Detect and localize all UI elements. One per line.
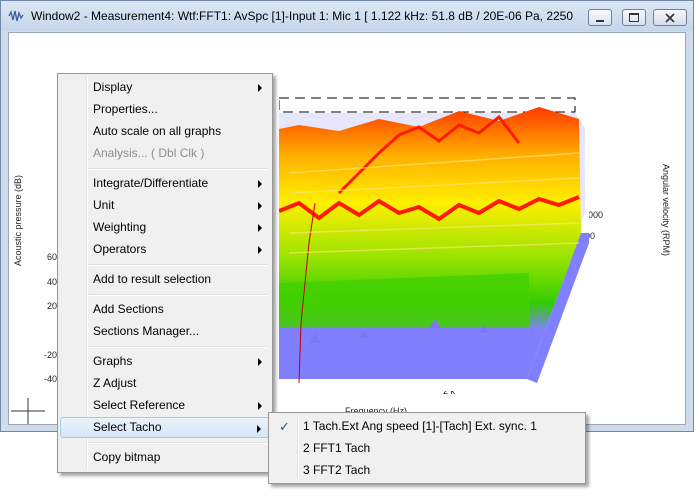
menu-item-add-sections[interactable]: Add Sections (60, 299, 270, 320)
menu-item-unit[interactable]: Unit (60, 195, 270, 216)
context-menu: Display Properties... Auto scale on all … (57, 73, 273, 473)
submenu-arrow-icon (258, 224, 262, 232)
waveform-app-icon (8, 10, 24, 22)
menu-item-copy-bitmap[interactable]: Copy bitmap (60, 447, 270, 468)
tacho-submenu: ✓ 1 Tach.Ext Ang speed [1]-[Tach] Ext. s… (268, 412, 586, 484)
close-icon (665, 12, 675, 23)
window-title: Window2 - Measurement4: Wtf:FFT1: AvSpc … (31, 9, 573, 23)
menu-separator (89, 294, 268, 296)
maximize-button[interactable] (622, 9, 646, 26)
y-tick: 20 (47, 301, 58, 311)
menu-item-auto-scale[interactable]: Auto scale on all graphs (60, 121, 270, 142)
minimize-button[interactable] (588, 9, 612, 26)
close-button[interactable] (653, 9, 687, 26)
submenu-arrow-icon (258, 202, 262, 210)
tacho-item-2[interactable]: 2 FFT1 Tach (271, 438, 583, 459)
submenu-arrow-icon (258, 84, 262, 92)
menu-item-select-reference[interactable]: Select Reference (60, 395, 270, 416)
submenu-arrow-icon (258, 246, 262, 254)
submenu-arrow-icon (258, 358, 262, 366)
menu-separator (89, 442, 268, 444)
menu-item-integrate[interactable]: Integrate/Differentiate (60, 173, 270, 194)
menu-item-weighting[interactable]: Weighting (60, 217, 270, 238)
menu-item-properties[interactable]: Properties... (60, 99, 270, 120)
menu-item-add-to-result[interactable]: Add to result selection (60, 269, 270, 290)
y-axis-label: Acoustic pressure (dB) (13, 174, 23, 266)
crosshair-icon (11, 398, 45, 424)
submenu-arrow-icon (257, 425, 261, 433)
y-tick: -40 (44, 374, 58, 384)
submenu-arrow-icon (258, 402, 262, 410)
menu-item-display[interactable]: Display (60, 77, 270, 98)
tacho-item-1[interactable]: ✓ 1 Tach.Ext Ang speed [1]-[Tach] Ext. s… (271, 416, 583, 437)
menu-item-graphs[interactable]: Graphs (60, 351, 270, 372)
minimize-icon (596, 19, 604, 22)
menu-item-operators[interactable]: Operators (60, 239, 270, 260)
y-tick: -20 (44, 350, 58, 360)
y-tick: 40 (47, 277, 58, 287)
menu-item-z-adjust[interactable]: Z Adjust (60, 373, 270, 394)
waterfall-plot[interactable] (279, 83, 589, 391)
menu-item-analysis: Analysis... ( Dbl Clk ) (93, 146, 205, 160)
maximize-icon (629, 13, 639, 22)
menu-separator (89, 264, 268, 266)
menu-item-select-tacho[interactable]: Select Tacho (60, 417, 270, 438)
right-axis-label: Angular velocity (RPM) (661, 164, 671, 257)
title-bar[interactable]: Window2 - Measurement4: Wtf:FFT1: AvSpc … (1, 1, 693, 31)
tacho-item-3[interactable]: 3 FFT2 Tach (271, 460, 583, 481)
menu-separator (89, 346, 268, 348)
submenu-arrow-icon (258, 180, 262, 188)
y-tick: 60 (47, 252, 58, 262)
menu-item-sections-manager[interactable]: Sections Manager... (60, 321, 270, 342)
checkmark-icon: ✓ (279, 419, 290, 434)
menu-separator (89, 168, 268, 170)
